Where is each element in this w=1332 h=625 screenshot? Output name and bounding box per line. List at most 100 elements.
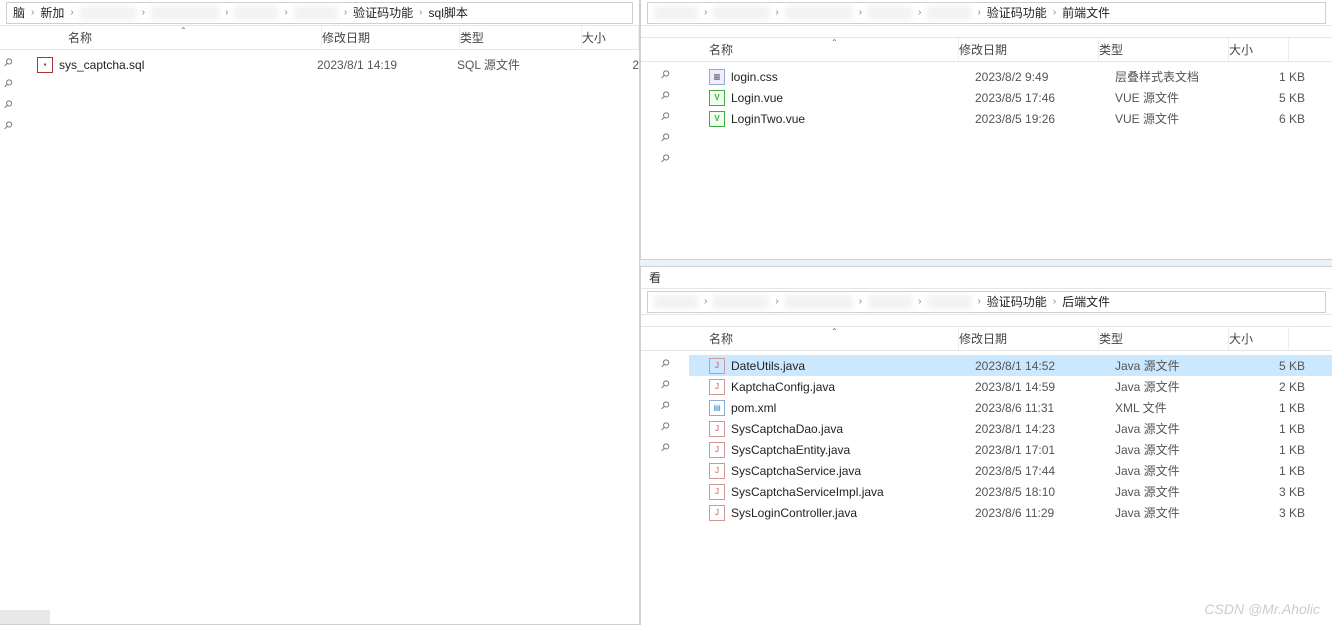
quick-access-pins: ⚲ ⚲ ⚲ ⚲ bbox=[0, 50, 17, 132]
file-size: 2 bbox=[581, 58, 639, 72]
pin-icon[interactable]: ⚲ bbox=[1, 55, 16, 70]
breadcrumb-segment-blurred[interactable] bbox=[868, 6, 912, 20]
file-row[interactable]: JSysLoginController.java2023/8/6 11:29Ja… bbox=[689, 502, 1332, 523]
breadcrumb-segment[interactable]: 验证码功能 bbox=[987, 293, 1047, 310]
file-icon: V bbox=[709, 90, 725, 106]
breadcrumb-segment[interactable]: 新加 bbox=[40, 4, 64, 21]
pin-icon[interactable]: ⚲ bbox=[658, 398, 673, 413]
breadcrumb-segment-blurred[interactable] bbox=[927, 6, 971, 20]
file-row[interactable]: JSysCaptchaDao.java2023/8/1 14:23Java 源文… bbox=[689, 418, 1332, 439]
file-row[interactable]: VLogin.vue2023/8/5 17:46VUE 源文件5 KB bbox=[689, 87, 1332, 108]
file-icon: ≡ bbox=[709, 69, 725, 85]
breadcrumb-segment[interactable]: sql脚本 bbox=[429, 4, 468, 21]
pin-icon[interactable]: ⚲ bbox=[658, 440, 673, 455]
breadcrumb-segment[interactable]: 验证码功能 bbox=[987, 4, 1047, 21]
file-type: 层叠样式表文档 bbox=[1115, 68, 1243, 85]
file-type: Java 源文件 bbox=[1115, 378, 1243, 395]
breadcrumb-segment[interactable]: 后端文件 bbox=[1062, 293, 1110, 310]
file-row[interactable]: JDateUtils.java2023/8/1 14:52Java 源文件5 K… bbox=[689, 355, 1332, 376]
breadcrumb[interactable]: 脑 › 新加 › › › › › 验证码功能 › sql脚本 bbox=[6, 2, 633, 24]
file-date: 2023/8/5 17:46 bbox=[975, 91, 1115, 105]
column-header-name[interactable]: 名称 bbox=[68, 26, 322, 49]
file-size: 1 KB bbox=[1243, 422, 1305, 436]
file-icon: J bbox=[709, 379, 725, 395]
file-icon: J bbox=[709, 358, 725, 374]
breadcrumb-segment-blurred[interactable] bbox=[868, 295, 912, 309]
file-list: ≡login.css2023/8/2 9:49层叠样式表文档1 KBVLogin… bbox=[689, 62, 1332, 165]
file-row[interactable]: JKaptchaConfig.java2023/8/1 14:59Java 源文… bbox=[689, 376, 1332, 397]
column-header-type[interactable]: 类型 bbox=[1099, 38, 1229, 61]
file-type: SQL 源文件 bbox=[457, 56, 581, 73]
breadcrumb-segment-blurred[interactable] bbox=[654, 6, 698, 20]
breadcrumb-segment-blurred[interactable] bbox=[785, 295, 853, 309]
column-header-date[interactable]: 修改日期 bbox=[959, 327, 1099, 350]
file-row[interactable]: JSysCaptchaEntity.java2023/8/1 17:01Java… bbox=[689, 439, 1332, 460]
file-name: KaptchaConfig.java bbox=[731, 380, 975, 394]
pin-icon[interactable]: ⚲ bbox=[658, 151, 673, 166]
pin-icon[interactable]: ⚲ bbox=[658, 109, 673, 124]
explorer-pane-left: 脑 › 新加 › › › › › 验证码功能 › sql脚本 ⌃ 名称 修改日期… bbox=[0, 0, 640, 625]
pin-icon[interactable]: ⚲ bbox=[658, 356, 673, 371]
column-headers: ⌃ 名称 修改日期 类型 大小 bbox=[0, 26, 639, 50]
breadcrumb-segment-blurred[interactable] bbox=[785, 6, 853, 20]
pin-icon[interactable]: ⚲ bbox=[1, 97, 16, 112]
breadcrumb-segment-blurred[interactable] bbox=[927, 295, 971, 309]
breadcrumb-segment-blurred[interactable] bbox=[80, 6, 136, 20]
column-header-type[interactable]: 类型 bbox=[1099, 327, 1229, 350]
column-header-type[interactable]: 类型 bbox=[460, 26, 582, 49]
pin-icon[interactable]: ⚲ bbox=[658, 88, 673, 103]
breadcrumb-segment[interactable]: 前端文件 bbox=[1062, 4, 1110, 21]
file-date: 2023/8/5 17:44 bbox=[975, 464, 1115, 478]
file-size: 6 KB bbox=[1243, 112, 1305, 126]
file-icon: ▤ bbox=[709, 400, 725, 416]
chevron-right-icon: › bbox=[857, 296, 864, 307]
pin-icon[interactable]: ⚲ bbox=[1, 76, 16, 91]
file-name: sys_captcha.sql bbox=[59, 58, 317, 72]
sort-caret-icon: ⌃ bbox=[831, 38, 838, 47]
pin-icon[interactable]: ⚲ bbox=[658, 419, 673, 434]
breadcrumb-segment[interactable]: 验证码功能 bbox=[353, 4, 413, 21]
column-header-date[interactable]: 修改日期 bbox=[959, 38, 1099, 61]
breadcrumb-segment-blurred[interactable] bbox=[294, 6, 338, 20]
breadcrumb-segment-blurred[interactable] bbox=[713, 295, 769, 309]
column-header-size[interactable]: 大小 bbox=[582, 26, 639, 49]
file-row[interactable]: ▪sys_captcha.sql2023/8/1 14:19SQL 源文件2 bbox=[17, 54, 639, 75]
file-name: pom.xml bbox=[731, 401, 975, 415]
column-header-size[interactable]: 大小 bbox=[1229, 327, 1289, 350]
ribbon-tab-view[interactable]: 看 bbox=[641, 267, 1332, 289]
breadcrumb-segment-blurred[interactable] bbox=[151, 6, 219, 20]
file-row[interactable]: ▤pom.xml2023/8/6 11:31XML 文件1 KB bbox=[689, 397, 1332, 418]
pin-icon[interactable]: ⚲ bbox=[658, 377, 673, 392]
file-type: VUE 源文件 bbox=[1115, 89, 1243, 106]
chevron-right-icon: › bbox=[916, 296, 923, 307]
breadcrumb[interactable]: › › › › › 验证码功能 › 后端文件 bbox=[647, 291, 1326, 313]
pin-icon[interactable]: ⚲ bbox=[658, 67, 673, 82]
breadcrumb-segment-blurred[interactable] bbox=[654, 295, 698, 309]
file-date: 2023/8/6 11:29 bbox=[975, 506, 1115, 520]
file-row[interactable]: JSysCaptchaServiceImpl.java2023/8/5 18:1… bbox=[689, 481, 1332, 502]
file-row[interactable]: ≡login.css2023/8/2 9:49层叠样式表文档1 KB bbox=[689, 66, 1332, 87]
file-name: Login.vue bbox=[731, 91, 975, 105]
file-icon: J bbox=[709, 484, 725, 500]
breadcrumb-segment[interactable]: 脑 bbox=[13, 4, 25, 21]
column-header-date[interactable]: 修改日期 bbox=[322, 26, 460, 49]
file-icon: J bbox=[709, 463, 725, 479]
breadcrumb[interactable]: › › › › › 验证码功能 › 前端文件 bbox=[647, 2, 1326, 24]
pin-icon[interactable]: ⚲ bbox=[1, 118, 16, 133]
breadcrumb-bar: › › › › › 验证码功能 › 前端文件 bbox=[641, 0, 1332, 26]
pin-icon[interactable]: ⚲ bbox=[658, 130, 673, 145]
file-date: 2023/8/1 17:01 bbox=[975, 443, 1115, 457]
file-name: SysCaptchaService.java bbox=[731, 464, 975, 478]
file-type: Java 源文件 bbox=[1115, 357, 1243, 374]
file-type: Java 源文件 bbox=[1115, 420, 1243, 437]
file-icon: ▪ bbox=[37, 57, 53, 73]
chevron-right-icon: › bbox=[417, 7, 424, 18]
file-date: 2023/8/5 19:26 bbox=[975, 112, 1115, 126]
file-row[interactable]: JSysCaptchaService.java2023/8/5 17:44Jav… bbox=[689, 460, 1332, 481]
file-row[interactable]: VLoginTwo.vue2023/8/5 19:26VUE 源文件6 KB bbox=[689, 108, 1332, 129]
column-header-size[interactable]: 大小 bbox=[1229, 38, 1289, 61]
sort-caret-icon: ⌃ bbox=[180, 26, 187, 35]
file-list-body: ⚲ ⚲ ⚲ ⚲ ▪sys_captcha.sql2023/8/1 14:19SQ… bbox=[0, 50, 639, 132]
breadcrumb-segment-blurred[interactable] bbox=[713, 6, 769, 20]
breadcrumb-segment-blurred[interactable] bbox=[234, 6, 278, 20]
